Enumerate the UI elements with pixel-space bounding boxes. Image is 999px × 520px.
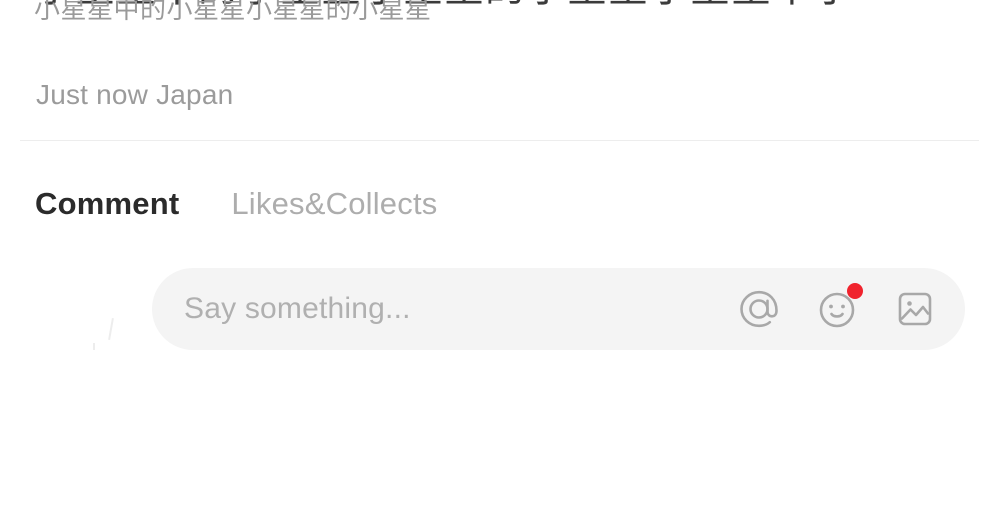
render-artifact — [108, 317, 114, 341]
mention-icon — [735, 285, 783, 333]
composer-actions — [709, 281, 943, 337]
render-artifact — [93, 343, 95, 350]
tab-comment[interactable]: Comment — [35, 185, 179, 223]
image-button[interactable] — [887, 281, 943, 337]
section-divider — [20, 140, 979, 141]
comment-tabs: Comment Likes&Collects — [35, 185, 437, 223]
comment-composer[interactable] — [152, 268, 965, 350]
clipped-post-text: 小星星中的小星星小星星的小星星小星星中小 小星星中的小星星小星星的小星星 — [0, 0, 999, 22]
emoji-new-badge — [847, 283, 863, 299]
tab-likes-collects[interactable]: Likes&Collects — [231, 185, 437, 223]
mention-button[interactable] — [731, 281, 787, 337]
image-icon — [891, 285, 939, 333]
comment-panel-screen: 小星星中的小星星小星星的小星星小星星中小 小星星中的小星星小星星的小星星 Jus… — [0, 0, 999, 520]
emoji-button[interactable] — [809, 281, 865, 337]
post-meta: Just now Japan — [36, 79, 234, 110]
clipped-post-text-line-2: 小星星中的小星星小星星的小星星 — [34, 0, 432, 22]
comment-input[interactable] — [184, 291, 709, 327]
